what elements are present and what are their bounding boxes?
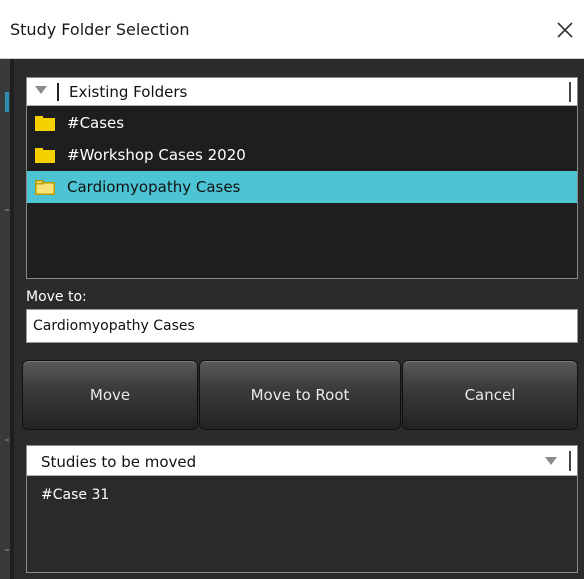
edge-mark <box>5 209 9 211</box>
header-right-separator <box>569 451 571 471</box>
close-icon <box>557 22 573 38</box>
list-item[interactable]: #Case 31 <box>41 487 109 503</box>
folder-name: #Cases <box>67 114 125 132</box>
folder-tree-header-label: Existing Folders <box>69 83 188 101</box>
collapse-triangle-icon[interactable] <box>35 86 47 94</box>
edge-mark <box>5 549 9 551</box>
folder-tree-panel: Existing Folders #Cases #Workshop Cases … <box>26 77 578 279</box>
move-to-root-button[interactable]: Move to Root <box>199 360 401 430</box>
header-right-separator <box>569 82 571 102</box>
move-to-field[interactable]: Cardiomyopathy Cases <box>26 309 578 343</box>
folder-tree-header[interactable]: Existing Folders <box>27 78 577 106</box>
folder-open-icon <box>35 180 55 195</box>
studies-header-label: Studies to be moved <box>41 453 197 471</box>
folder-name: Cardiomyopathy Cases <box>67 178 241 196</box>
close-button[interactable] <box>549 14 581 46</box>
folder-icon <box>35 116 55 131</box>
dropdown-triangle-icon[interactable] <box>545 457 557 465</box>
background-window-edge <box>0 59 10 579</box>
edge-accent <box>5 92 9 112</box>
move-to-label: Move to: <box>26 289 87 305</box>
folder-list: #Cases #Workshop Cases 2020 Cardiomyopat… <box>27 107 577 203</box>
folder-item-cardiomyopathy-cases[interactable]: Cardiomyopathy Cases <box>27 171 577 203</box>
window-title: Study Folder Selection <box>10 20 190 39</box>
folder-icon <box>35 148 55 163</box>
edge-mark <box>5 439 9 441</box>
header-separator <box>57 83 59 101</box>
cancel-button[interactable]: Cancel <box>402 360 578 430</box>
move-button[interactable]: Move <box>22 360 198 430</box>
studies-header[interactable]: Studies to be moved <box>27 446 577 476</box>
studies-panel: Studies to be moved #Case 31 <box>26 445 578 573</box>
folder-item-workshop-cases-2020[interactable]: #Workshop Cases 2020 <box>27 139 577 171</box>
folder-name: #Workshop Cases 2020 <box>67 146 246 164</box>
folder-item-cases[interactable]: #Cases <box>27 107 577 139</box>
title-bar: Study Folder Selection <box>0 0 584 58</box>
